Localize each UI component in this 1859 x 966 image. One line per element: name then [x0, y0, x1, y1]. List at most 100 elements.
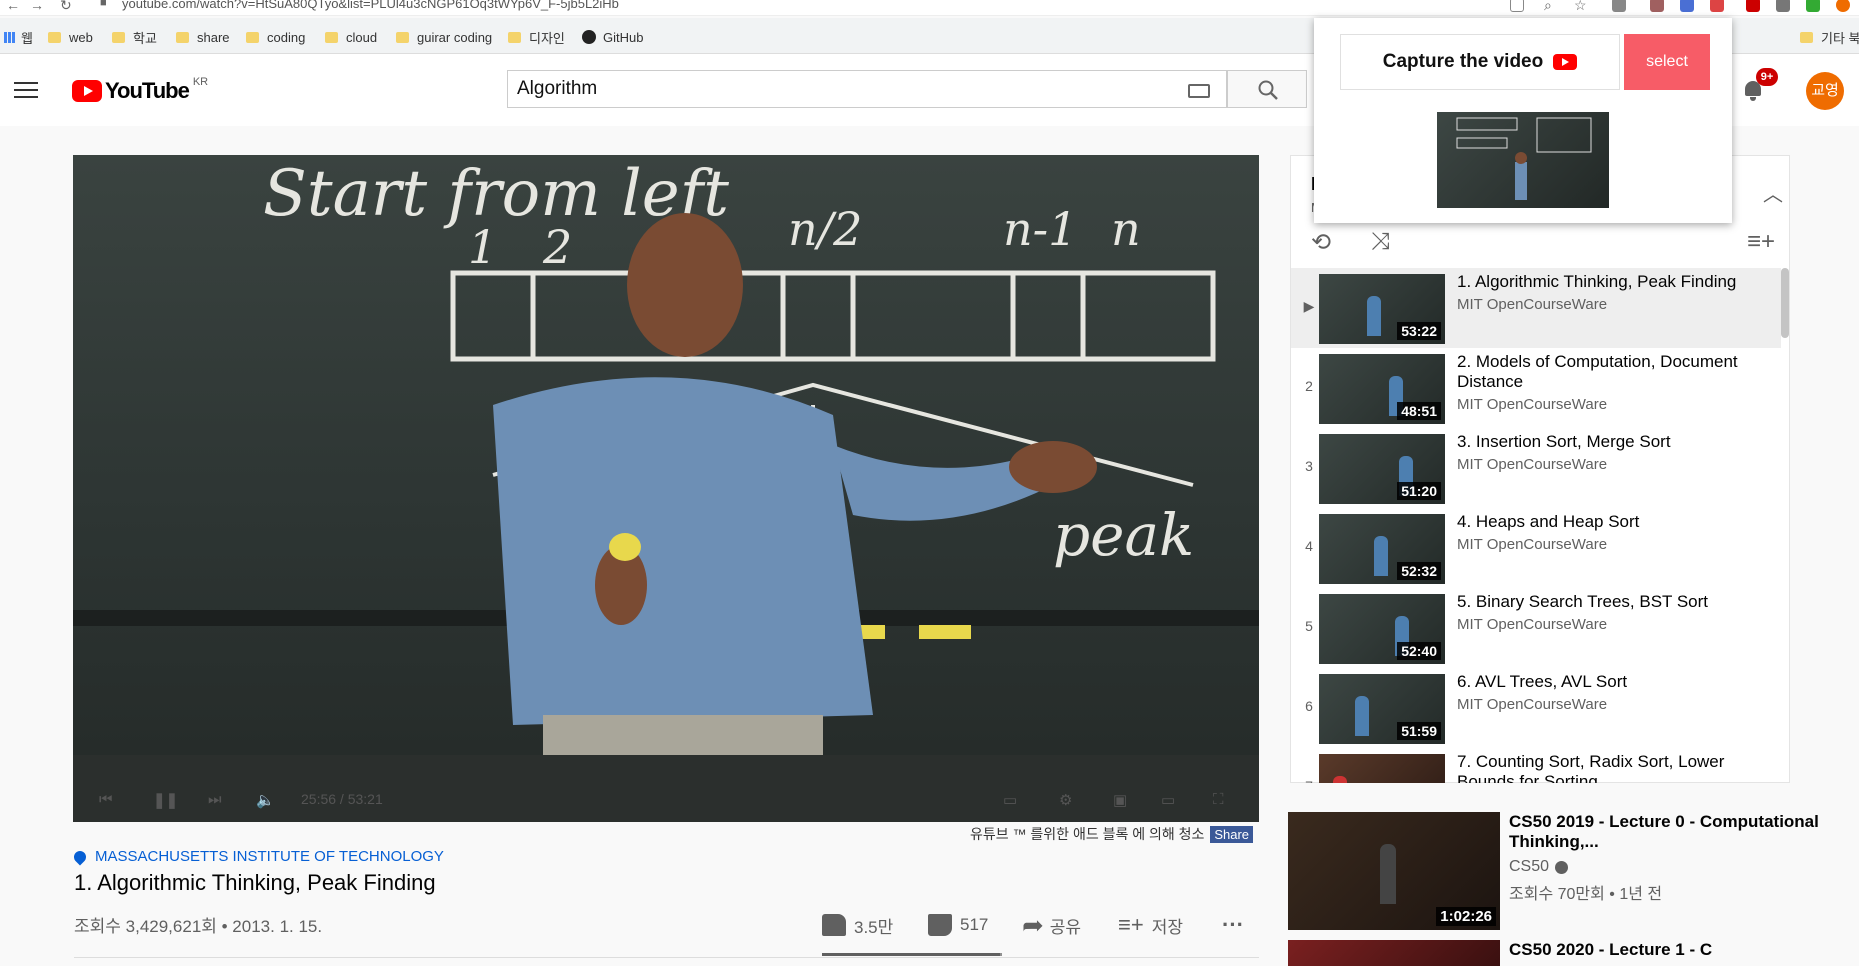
playlist-item[interactable]: 2 48:51 2. Models of Computation, Docume…: [1291, 348, 1781, 428]
extension-icon[interactable]: [1806, 0, 1820, 12]
profile-icon[interactable]: [1836, 0, 1850, 12]
related-video-title[interactable]: CS50 2019 - Lecture 0 - Computational Th…: [1509, 812, 1829, 852]
logo-text: YouTube: [105, 78, 190, 103]
player-controls: ⏮ ❚❚ ⏭ 🔈 25:56 / 53:21 ▭ ⚙ ▣ ▭ ⛶: [73, 775, 1259, 822]
loop-icon[interactable]: ⟲: [1311, 228, 1331, 257]
like-button[interactable]: 3.5만: [822, 910, 893, 940]
zoom-icon[interactable]: ⌕: [1544, 0, 1552, 14]
playlist-thumbnail: 48:51: [1319, 354, 1445, 424]
bookmark-coding[interactable]: coding: [246, 28, 305, 46]
theater-mode-icon[interactable]: ▭: [1161, 791, 1175, 809]
settings-gear-icon[interactable]: ⚙: [1059, 791, 1072, 809]
share-badge-button[interactable]: Share: [1210, 826, 1254, 843]
collapse-chevron-icon[interactable]: ︿: [1763, 178, 1783, 207]
puzzle-icon[interactable]: [1776, 0, 1790, 12]
bookmark-github[interactable]: GitHub: [582, 28, 643, 46]
search-button[interactable]: [1227, 70, 1307, 108]
playlist-item-channel: MIT OpenCourseWare: [1457, 696, 1608, 713]
bookmark-label: cloud: [346, 29, 378, 45]
duration-badge: 1:02:26: [1436, 907, 1496, 926]
more-actions-icon[interactable]: ···: [1222, 910, 1244, 940]
bookmark-web[interactable]: web: [48, 28, 93, 46]
related-video-channel[interactable]: CS50: [1509, 858, 1569, 876]
playlist-item-channel: MIT OpenCourseWare: [1457, 616, 1608, 633]
volume-icon[interactable]: 🔈: [256, 791, 275, 809]
back-icon[interactable]: ←: [6, 0, 20, 13]
keyboard-icon[interactable]: [1188, 84, 1210, 98]
extension-icon[interactable]: [1612, 0, 1626, 12]
extension-icon[interactable]: [1680, 0, 1694, 12]
search-input[interactable]: Algorithm: [507, 70, 1227, 108]
playlist-item-title: 6. AVL Trees, AVL Sort: [1457, 672, 1628, 691]
bookmark-apps[interactable]: 웹: [4, 28, 33, 46]
related-video-thumbnail[interactable]: [1288, 940, 1500, 966]
apps-grid-icon: [4, 31, 15, 43]
duration-badge: 51:20: [1397, 482, 1441, 500]
bookmark-label: 디자인: [529, 30, 565, 46]
select-button[interactable]: select: [1624, 34, 1710, 90]
menu-icon[interactable]: [14, 82, 38, 103]
share-button[interactable]: ➦ 공유: [1022, 910, 1081, 940]
bookmark-share[interactable]: share: [176, 28, 230, 46]
playlist-thumbnail: 53:22: [1319, 274, 1445, 344]
dislike-button[interactable]: 517: [928, 910, 988, 940]
share-arrow-icon: ➦: [1022, 910, 1044, 940]
reload-icon[interactable]: ↻: [60, 0, 72, 14]
related-video-views: 조회수 70만회 • 1년 전: [1509, 886, 1663, 903]
board-text-index: n-1: [1003, 202, 1077, 256]
bookmark-label: 웹: [21, 30, 33, 46]
video-player[interactable]: Start from left 1 2 n/2 n-1 n peak ⏮ ❚❚ …: [73, 155, 1259, 822]
related-video-title[interactable]: CS50 2020 - Lecture 1 - C: [1509, 940, 1829, 960]
shuffle-icon[interactable]: ⤨: [1371, 228, 1390, 256]
miniplayer-icon[interactable]: ▣: [1113, 791, 1127, 809]
thumbs-down-icon: [928, 914, 952, 936]
subtitles-icon[interactable]: ▭: [1003, 791, 1017, 809]
bookmark-other[interactable]: 기타 북: [1800, 28, 1859, 46]
location-link[interactable]: MASSACHUSETTS INSTITUTE OF TECHNOLOGY: [71, 848, 444, 865]
board-text-index: 1: [468, 220, 497, 274]
playlist-item-channel: MIT OpenCourseWare: [1457, 536, 1608, 553]
pause-icon[interactable]: ❚❚: [153, 791, 178, 809]
captured-video-preview: [1437, 112, 1609, 208]
playlist-item[interactable]: ▶ 53:22 1. Algorithmic Thinking, Peak Fi…: [1291, 268, 1781, 348]
playlist-scrollbar[interactable]: [1781, 268, 1789, 338]
bookmark-guitar-coding[interactable]: guirar coding: [396, 28, 492, 46]
url-field[interactable]: youtube.com/watch?v=HtSuA80QTyo&list=PLU…: [122, 0, 619, 11]
previous-icon[interactable]: ⏮: [99, 791, 113, 808]
lecturer-shirt: [493, 377, 873, 725]
playlist-item[interactable]: 3 51:20 3. Insertion Sort, Merge Sort MI…: [1291, 428, 1781, 508]
search-icon: [1258, 80, 1278, 100]
bookmark-design[interactable]: 디자인: [508, 28, 565, 46]
cast-icon[interactable]: [1510, 0, 1524, 12]
bookmark-cloud[interactable]: cloud: [325, 28, 377, 46]
playlist-item[interactable]: 4 52:32 4. Heaps and Heap Sort MIT OpenC…: [1291, 508, 1781, 588]
notification-badge: 9+: [1756, 68, 1778, 86]
save-playlist-icon[interactable]: ≡+: [1747, 228, 1775, 256]
related-video-thumbnail[interactable]: 1:02:26: [1288, 812, 1500, 930]
extension-icon[interactable]: [1650, 0, 1664, 12]
playlist-item[interactable]: 7 7. Counting Sort, Radix Sort, Lower Bo…: [1291, 748, 1781, 783]
video-meta: 조회수 3,429,621회 • 2013. 1. 15.: [74, 917, 323, 936]
playlist-item[interactable]: 6 51:59 6. AVL Trees, AVL Sort MIT OpenC…: [1291, 668, 1781, 748]
browser-address-bar: ← → ↻ ■ youtube.com/watch?v=HtSuA80QTyo&…: [0, 0, 1859, 16]
board-text-label: peak: [1053, 501, 1194, 569]
playlist-item-title: 3. Insertion Sort, Merge Sort: [1457, 432, 1671, 451]
bookmark-label: 기타 북: [1821, 30, 1859, 46]
folder-icon: [176, 31, 189, 43]
next-icon[interactable]: ⏭: [208, 791, 222, 808]
star-icon[interactable]: ☆: [1574, 0, 1587, 14]
extension-icon[interactable]: [1746, 0, 1760, 12]
fullscreen-icon[interactable]: ⛶: [1213, 791, 1224, 808]
channel-name: CS50: [1509, 858, 1550, 875]
avatar[interactable]: 교영: [1806, 72, 1844, 110]
playlist-thumbnail: 51:59: [1319, 674, 1445, 744]
save-button[interactable]: ≡+ 저장: [1118, 910, 1183, 940]
bookmark-label: coding: [267, 29, 306, 45]
folder-icon: [48, 31, 61, 43]
playlist-item[interactable]: 5 52:40 5. Binary Search Trees, BST Sort…: [1291, 588, 1781, 668]
forward-icon[interactable]: →: [30, 0, 44, 13]
folder-icon: [508, 31, 521, 43]
youtube-logo[interactable]: YouTube KR: [72, 76, 208, 104]
extension-icon[interactable]: [1710, 0, 1724, 12]
bookmark-school[interactable]: 학교: [112, 28, 157, 46]
